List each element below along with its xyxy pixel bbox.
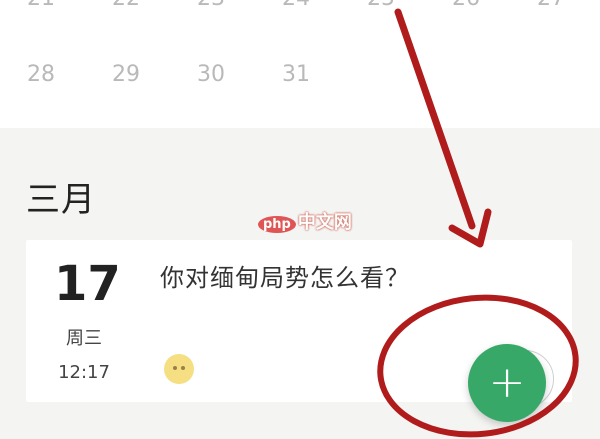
emoji-right-eye: [181, 366, 185, 370]
watermark: php 中文网: [258, 208, 352, 234]
note-day-number: 17: [54, 256, 121, 312]
calendar-day-28[interactable]: 28: [16, 62, 66, 87]
plus-icon: +: [488, 357, 526, 408]
emoji-left-eye: [173, 366, 177, 370]
calendar-day-27[interactable]: 27: [526, 0, 576, 11]
calendar-day-24[interactable]: 24: [271, 0, 321, 11]
note-date-block: 17 周三 12:17: [54, 256, 121, 383]
calendar-day-21[interactable]: 21: [16, 0, 66, 11]
watermark-text: 中文网: [297, 212, 352, 233]
note-time: 12:17: [58, 362, 110, 383]
calendar-day-31[interactable]: 31: [271, 62, 321, 87]
calendar-day-23[interactable]: 23: [186, 0, 236, 11]
add-note-button[interactable]: +: [468, 344, 546, 422]
note-text: 你对缅甸局势怎么看？: [160, 264, 410, 292]
note-weekday: 周三: [66, 328, 102, 349]
calendar-day-25[interactable]: 25: [356, 0, 406, 11]
watermark-php-logo: php: [258, 216, 296, 233]
month-section-title: 三月: [26, 180, 96, 220]
calendar-day-22[interactable]: 22: [101, 0, 151, 11]
calendar-grid: 21 22 23 24 25 26 27 28 29 30 31: [0, 0, 600, 128]
calendar-day-30[interactable]: 30: [186, 62, 236, 87]
calendar-day-29[interactable]: 29: [101, 62, 151, 87]
chick-emoji-icon: [164, 354, 194, 384]
calendar-day-26[interactable]: 26: [441, 0, 491, 11]
